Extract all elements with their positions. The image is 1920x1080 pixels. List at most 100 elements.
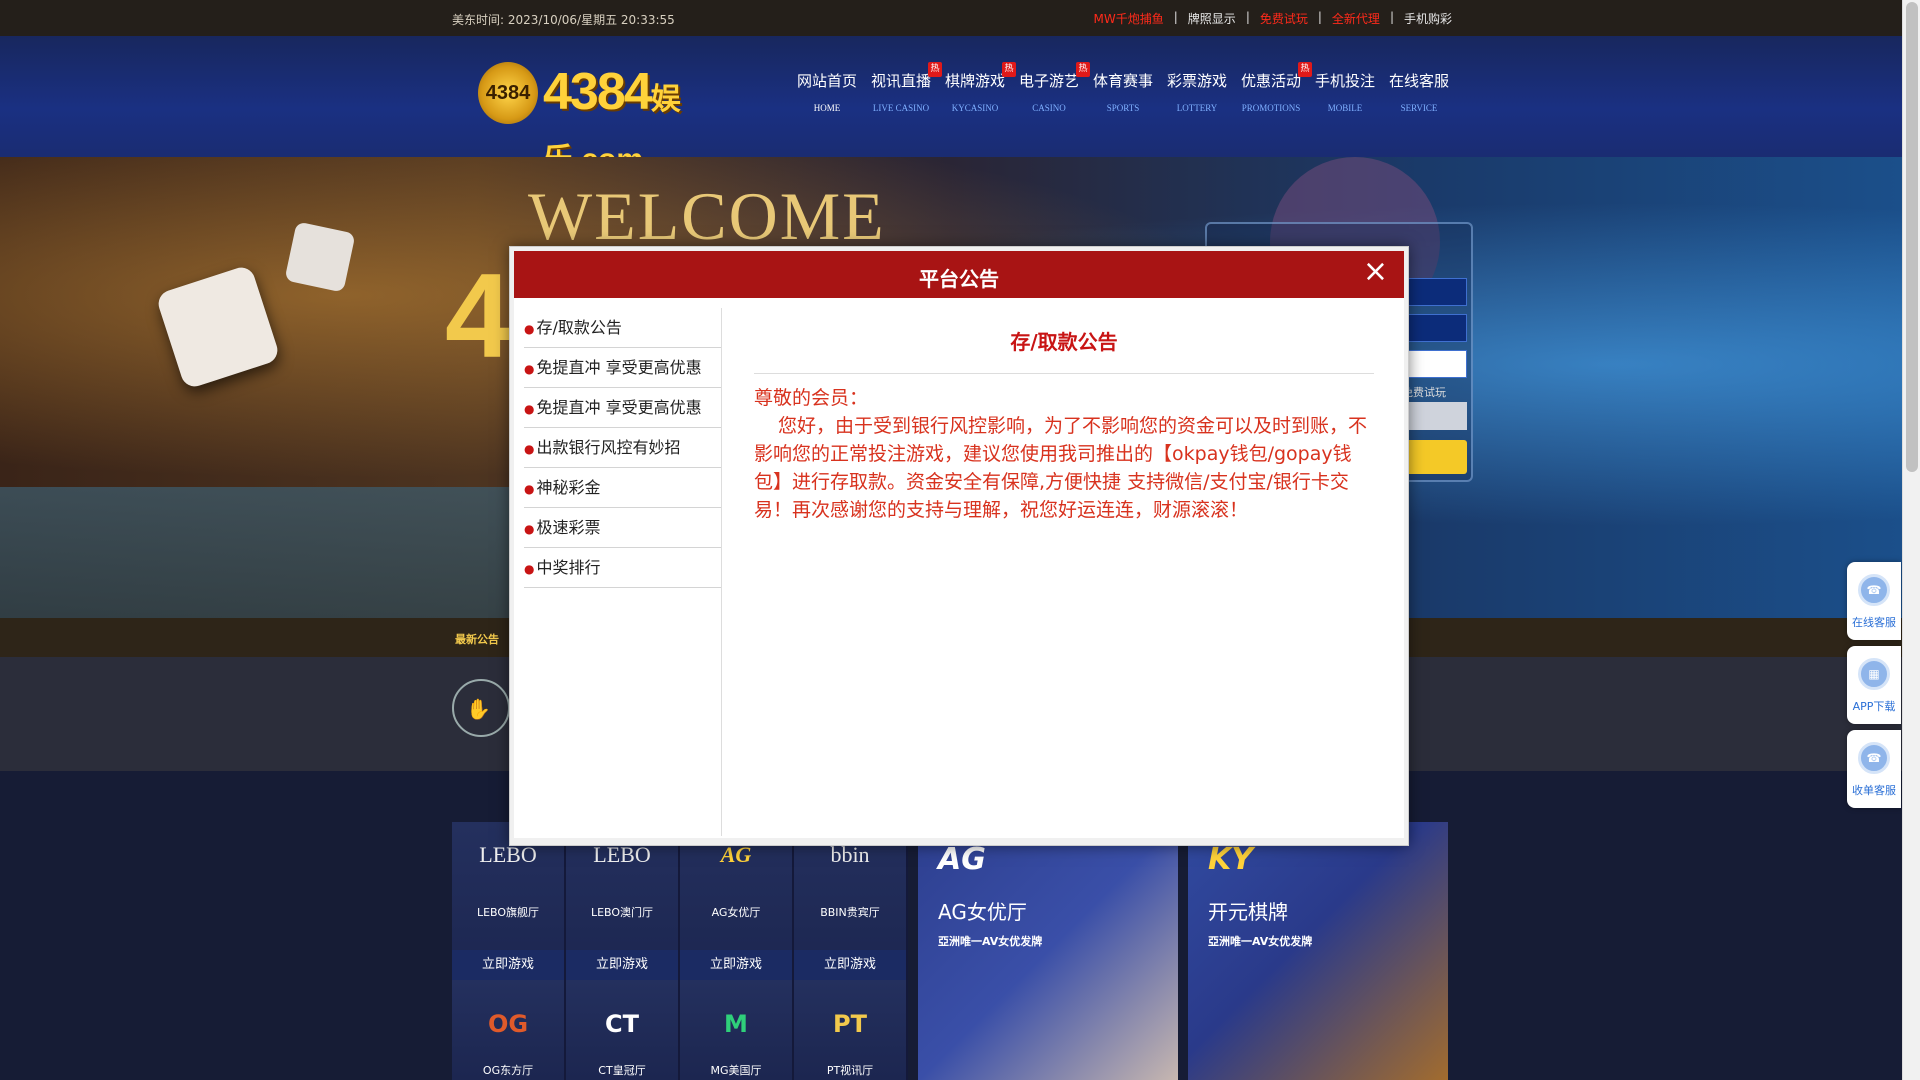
nav-item-service[interactable]: 在线客服 SERVICE [1382,70,1456,113]
top-link-agent[interactable]: 全新代理 [1332,10,1380,27]
nav-item-casino[interactable]: 热 电子游艺 CASINO [1012,62,1090,113]
announcement-modal: 平台公告 × ● 存/取款公告 ● 免提直冲 享受更高优惠 ● 免提直冲 享受更高优惠… [509,246,1409,846]
game-card[interactable]: CT CT皇冠厅 [566,980,680,1080]
top-link-mobile-lottery[interactable]: 手机购彩 [1404,10,1452,27]
bullet-icon: ● [524,362,535,376]
game-card[interactable]: M MG美国厅 [680,980,794,1080]
game-name: LEBO旗舰厅 [476,906,540,919]
promo-logo: AG [938,842,986,877]
header: 4384 4384娱乐.com 网站首页 HOME 热 视讯直播 LIVE CA… [0,36,1902,176]
side-label: 在线客服 [1852,616,1896,629]
nav-item-chess[interactable]: 热 棋牌游戏 KYCASINO [938,62,1016,113]
list-item[interactable]: ● 极速彩票 [524,508,721,548]
nav-sublabel: PROMOTIONS [1241,103,1301,113]
list-item[interactable]: ● 神秘彩金 [524,468,721,508]
nav-sublabel: SPORTS [1106,103,1140,113]
list-item-label: 极速彩票 [536,518,601,537]
play-button[interactable]: 立即游戏 [794,950,906,980]
list-item[interactable]: ● 免提直冲 享受更高优惠 [524,388,721,428]
list-item-label: 免提直冲 享受更高优惠 [536,358,702,377]
side-order-service[interactable]: ☎ 收单客服 [1847,730,1901,808]
nav-sublabel: HOME [813,103,841,113]
main-nav: 网站首页 HOME 热 视讯直播 LIVE CASINO 热 棋牌游戏 KYCA… [790,62,1456,113]
headset-icon: ☎ [1858,574,1890,606]
list-item[interactable]: ● 存/取款公告 [524,308,721,348]
site-logo[interactable]: 4384 4384娱乐.com [478,54,708,176]
vertical-scrollbar[interactable] [1902,0,1920,1080]
list-item[interactable]: ● 免提直冲 享受更高优惠 [524,348,721,388]
game-name: BBIN贵宾厅 [820,906,880,919]
content-title: 存/取款公告 [1010,330,1118,354]
game-card[interactable]: PT PT视讯厅 [794,980,908,1080]
top-link-license[interactable]: 牌照显示 [1188,10,1236,27]
nav-label: 优惠活动 [1240,72,1301,90]
dice-image [154,263,282,391]
nav-label: 体育赛事 [1092,72,1153,90]
announcement-content: 存/取款公告 尊敬的会员： 您好，由于受到银行风控影响，为了不影响您的资金可以及… [754,308,1374,524]
nav-label: 在线客服 [1388,72,1449,90]
promo-card-ky[interactable]: KY 开元棋牌 亞洲唯一AV女优发牌 [1188,822,1448,1080]
handshake-icon: ✋ [452,679,510,737]
side-online-service[interactable]: ☎ 在线客服 [1847,562,1901,640]
list-item-label: 中奖排行 [536,558,601,577]
promo-card-ag[interactable]: AG AG女优厅 亞洲唯一AV女优发牌 [918,822,1178,1080]
modal-header: 平台公告 × [514,251,1404,298]
modal-title: 平台公告 [919,267,999,291]
side-label: 收单客服 [1852,784,1896,797]
game-name: CT皇冠厅 [598,1064,646,1077]
nav-item-live-casino[interactable]: 热 视讯直播 LIVE CASINO [864,62,942,113]
announcement-list: ● 存/取款公告 ● 免提直冲 享受更高优惠 ● 免提直冲 享受更高优惠 ● 出款银行风… [524,308,722,836]
games-grid: LEBO LEBO旗舰厅 立即游戏 LEBO LEBO澳门厅 立即游戏 AG A… [452,822,910,1080]
banner-big-number: 4 [445,249,512,383]
notice-label: 最新公告 [455,633,499,646]
promo-title: 开元棋牌 [1208,900,1288,924]
modal-body: ● 存/取款公告 ● 免提直冲 享受更高优惠 ● 免提直冲 享受更高优惠 ● 出款银行风… [514,298,1404,838]
server-time: 美东时间: 2023/10/06/星期五 20:33:55 [452,13,675,27]
nav-item-promotions[interactable]: 热 优惠活动 PROMOTIONS [1234,62,1312,113]
qrcode-icon: ▦ [1858,658,1890,690]
game-name: MG美国厅 [710,1064,762,1077]
game-card[interactable]: OG OG东方厅 [452,980,566,1080]
play-button[interactable]: 立即游戏 [566,950,678,980]
nav-item-mobile[interactable]: 手机投注 MOBILE [1308,70,1382,113]
list-item[interactable]: ● 中奖排行 [524,548,721,588]
side-label: APP下载 [1852,700,1896,713]
top-link-free-trial[interactable]: 免费试玩 [1260,10,1308,27]
game-name: AG女优厅 [711,906,761,919]
close-icon[interactable]: × [1363,257,1388,287]
promo-desc: 亞洲唯一AV女优发牌 [1208,935,1313,948]
nav-sublabel: MOBILE [1327,103,1363,113]
logo-emblem-icon: 4384 [478,62,538,124]
nav-sublabel: KYCASINO [951,103,999,113]
logo-number: 4384 [543,63,653,121]
captcha-image[interactable] [1407,350,1467,378]
nav-sublabel: LIVE CASINO [872,103,930,113]
top-bar: 美东时间: 2023/10/06/星期五 20:33:55 MW千炮捕鱼 | 牌… [0,0,1902,36]
nav-label: 电子游艺 [1018,72,1079,90]
separator: | [1173,10,1178,24]
list-item-label: 出款银行风控有妙招 [536,438,681,457]
page: 美东时间: 2023/10/06/星期五 20:33:55 MW千炮捕鱼 | 牌… [0,0,1902,1080]
content-body: 您好，由于受到银行风控影响，为了不影响您的资金可以及时到账，不影响您的正常投注游… [754,415,1368,521]
separator: | [1245,10,1250,24]
play-button[interactable]: 立即游戏 [452,950,564,980]
game-logo: PT [833,1010,867,1038]
nav-label: 视讯直播 [870,72,931,90]
nav-label: 彩票游戏 [1166,72,1227,90]
separator: | [1317,10,1322,24]
nav-item-sports[interactable]: 体育赛事 SPORTS [1086,70,1160,113]
side-app-download[interactable]: ▦ APP下载 [1847,646,1901,724]
headset-icon: ☎ [1858,742,1890,774]
scrollbar-thumb[interactable] [1906,2,1918,472]
promo-desc: 亞洲唯一AV女优发牌 [938,935,1043,948]
nav-label: 手机投注 [1314,72,1375,90]
list-item[interactable]: ● 出款银行风控有妙招 [524,428,721,468]
play-button[interactable]: 立即游戏 [680,950,792,980]
dice-image [284,221,356,293]
top-link-fishing[interactable]: MW千炮捕鱼 [1094,10,1164,27]
nav-item-home[interactable]: 网站首页 HOME [790,70,864,113]
nav-item-lottery[interactable]: 彩票游戏 LOTTERY [1160,70,1234,113]
nav-sublabel: CASINO [1032,103,1066,113]
top-links: MW千炮捕鱼 | 牌照显示 | 免费试玩 | 全新代理 | 手机购彩 [1094,10,1452,27]
game-logo: CT [605,1010,639,1038]
